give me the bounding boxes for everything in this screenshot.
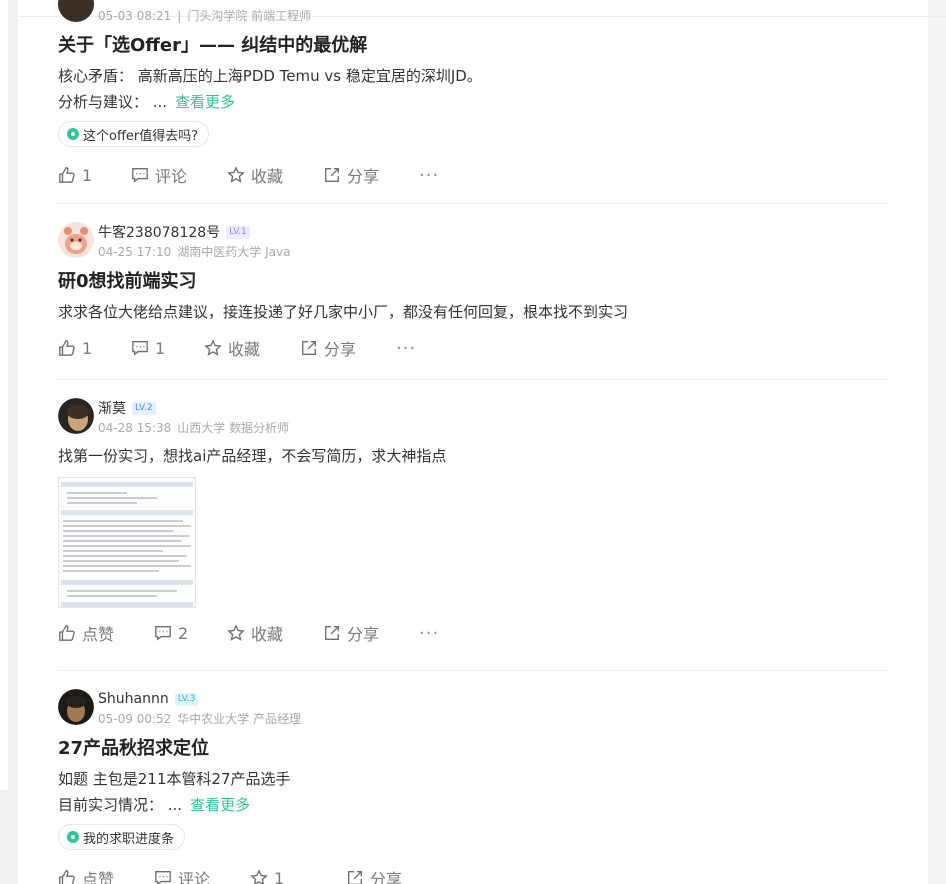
feed-post[interactable]: Shuhannn LV.3 05-09 00:52 华中农业大学 产品经理 27产… (58, 689, 888, 884)
comment-button[interactable]: 评论 (154, 866, 250, 884)
like-icon (59, 870, 75, 884)
avatar[interactable] (58, 398, 94, 434)
feed-post[interactable]: 05-03 08:21 | 门头沟学院 前端工程师 关于「选Offer」—— 纠结中… (58, 0, 888, 187)
level-badge: LV.2 (132, 401, 156, 415)
share-button[interactable]: 分享 (323, 163, 419, 187)
comment-icon (155, 871, 171, 884)
star-icon (250, 869, 268, 884)
view-more-link[interactable]: 查看更多 (190, 796, 250, 814)
star-button[interactable]: 收藏 (227, 163, 323, 187)
like-icon (59, 340, 75, 356)
post-title[interactable]: 27产品秋招求定位 (58, 734, 888, 764)
level-badge: LV.1 (226, 225, 250, 239)
share-button[interactable]: 分享 (346, 866, 442, 884)
topic-tag[interactable]: 我的求职进度条 (58, 824, 186, 850)
post-divider (58, 203, 888, 204)
author-name[interactable]: 牛客238078128号 (98, 222, 220, 242)
avatar[interactable] (58, 689, 94, 725)
post-body[interactable]: 找第一份实习，想找ai产品经理，不会写简历，求大神指点 (58, 443, 888, 469)
post-body[interactable]: 求求各位大佬给点建议，接连投递了好几家中小厂，都没有任何回复，根本找不到实习 (58, 299, 888, 325)
share-button[interactable]: 分享 (300, 336, 396, 360)
post-divider (58, 670, 888, 671)
feed-post[interactable]: 牛客238078128号 LV.1 04-25 17:10 湖南中医药大学 Jav… (58, 222, 888, 360)
author-name[interactable]: 渐莫 (98, 398, 126, 418)
post-body[interactable]: 核心矛盾： 高新高压的上海PDD Temu vs 稳定宜居的深圳JD。 分析与建… (58, 63, 888, 115)
star-button[interactable]: 收藏 (227, 621, 323, 645)
share-icon (325, 168, 339, 182)
more-icon: ··· (396, 337, 417, 359)
more-button[interactable]: ··· (419, 165, 515, 186)
post-image[interactable] (58, 477, 196, 608)
comment-button[interactable]: 评论 (131, 163, 227, 187)
post-author: 渐莫 LV.2 04-28 15:38 山西大学 数据分析师 (58, 398, 888, 440)
like-button[interactable]: 点赞 (58, 621, 154, 645)
post-actions: 点赞 2 收藏 分享 ··· (58, 621, 888, 645)
like-button[interactable]: 1 (58, 339, 131, 358)
comment-button[interactable]: 1 (131, 339, 204, 358)
more-button[interactable]: ··· (396, 338, 492, 359)
comment-icon (155, 626, 171, 641)
share-icon (348, 871, 362, 884)
post-meta: 04-28 15:38 山西大学 数据分析师 (98, 421, 290, 435)
post-actions: 点赞 评论 1 分享 (58, 866, 888, 884)
view-more-link[interactable]: 查看更多 (175, 93, 235, 111)
feed-post[interactable]: 渐莫 LV.2 04-28 15:38 山西大学 数据分析师 找第一份实习，想找a… (58, 398, 888, 645)
star-icon (227, 166, 245, 183)
post-author: 牛客238078128号 LV.1 04-25 17:10 湖南中医药大学 Jav… (58, 222, 888, 264)
author-name[interactable]: Shuhannn (98, 691, 169, 707)
star-button[interactable]: 收藏 (204, 336, 300, 360)
more-button[interactable]: ··· (419, 623, 515, 644)
more-icon: ··· (419, 164, 440, 186)
avatar[interactable] (58, 222, 94, 258)
post-title[interactable]: 关于「选Offer」—— 纠结中的最优解 (58, 31, 888, 61)
feed-card: 05-03 08:21 | 门头沟学院 前端工程师 关于「选Offer」—— 纠结中… (18, 0, 946, 884)
star-icon (227, 624, 245, 641)
more-icon: ··· (419, 622, 440, 644)
level-badge: LV.3 (174, 692, 199, 706)
post-author: 05-03 08:21 | 门头沟学院 前端工程师 (58, 0, 888, 28)
like-icon (59, 167, 75, 183)
star-button[interactable]: 1 (250, 869, 346, 884)
left-gutter (0, 0, 18, 884)
topic-tag[interactable]: 这个offer值得去吗? (58, 121, 210, 147)
comment-icon (132, 168, 148, 183)
like-button[interactable]: 点赞 (58, 866, 154, 884)
share-icon (302, 341, 316, 355)
post-body[interactable]: 如题 主包是211本管科27产品选手 目前实习情况： ... 查看更多 (58, 766, 888, 818)
share-icon (325, 626, 339, 640)
share-button[interactable]: 分享 (323, 621, 419, 645)
comment-icon (132, 341, 148, 356)
topic-icon (67, 831, 79, 843)
post-meta: 04-25 17:10 湖南中医药大学 Java (98, 245, 291, 259)
star-icon (204, 339, 222, 356)
post-actions: 1 评论 收藏 分享 ··· (58, 163, 888, 187)
like-icon (59, 625, 75, 641)
post-author: Shuhannn LV.3 05-09 00:52 华中农业大学 产品经理 (58, 689, 888, 731)
post-title[interactable]: 研0想找前端实习 (58, 267, 888, 297)
page: 05-03 08:21 | 门头沟学院 前端工程师 关于「选Offer」—— 纠结中… (0, 0, 946, 884)
post-divider (58, 379, 888, 380)
post-meta: 05-03 08:21 | 门头沟学院 前端工程师 (98, 9, 312, 23)
like-button[interactable]: 1 (58, 166, 131, 185)
comment-button[interactable]: 2 (154, 624, 227, 643)
post-actions: 1 1 收藏 分享 ··· (58, 336, 888, 360)
post-meta: 05-09 00:52 华中农业大学 产品经理 (98, 712, 302, 726)
avatar[interactable] (58, 0, 94, 22)
topic-icon (67, 128, 79, 140)
